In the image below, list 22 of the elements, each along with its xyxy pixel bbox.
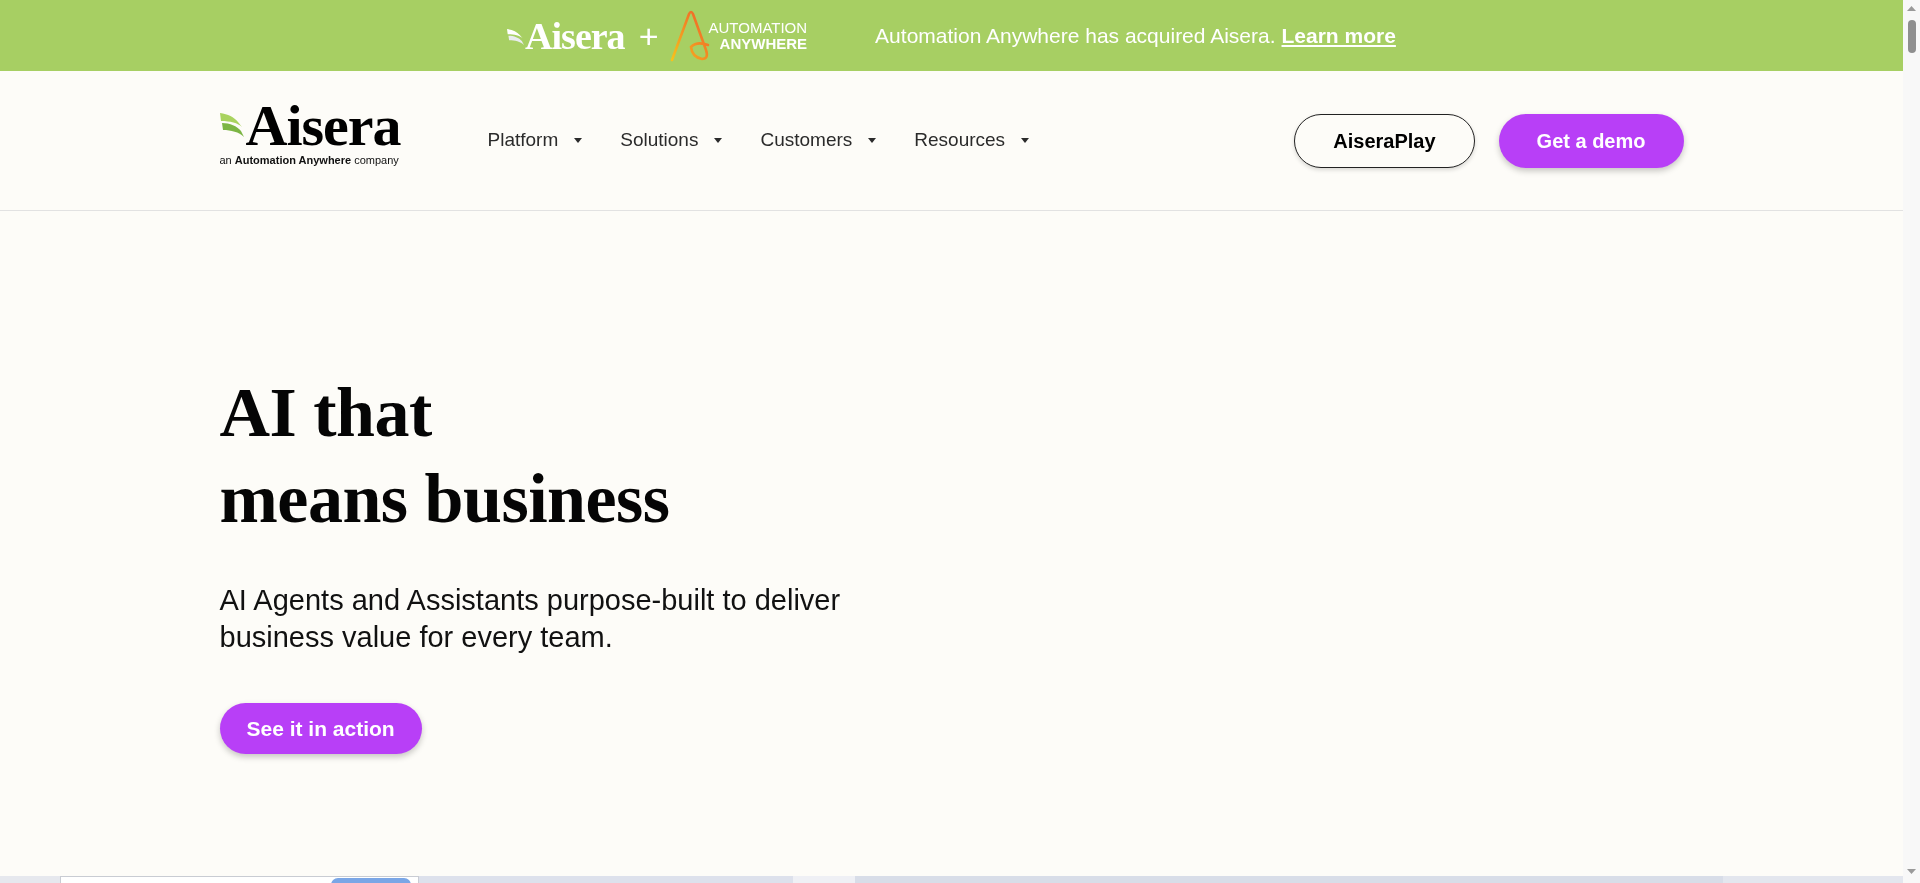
logo-text: ANYWHERE [719,35,808,52]
nav-menu-item[interactable]: Solutions [620,126,723,155]
demo-button[interactable]: Get a demo [1498,113,1684,168]
scrollbar-thumb[interactable] [1907,20,1916,53]
leaf-logo-icon [507,28,525,45]
announcement-text: Automation Anywhere has acquired Aisera. [875,22,1276,49]
logo-tagline: an Automation Anywhere company [219,153,399,168]
leaf-logo-icon [219,113,244,137]
logo-wordmark: Aisera [245,102,401,150]
hero-subtitle: AI Agents and Assistants purpose-built to deliver business value for every team. [219,583,842,655]
nav-menu-item[interactable]: Customers [760,126,877,155]
nav-menu-item[interactable]: Platform [487,126,583,155]
hero-heading: AI that means business [219,373,670,539]
arrow-down-icon[interactable] [1907,869,1916,874]
logo-wordmark: Aisera [525,15,625,56]
play-button[interactable]: AiseraPlay [1294,113,1475,168]
arrow-up-icon[interactable] [1907,6,1916,11]
nav-menu-item[interactable]: Resources [914,126,1030,155]
scrollbar[interactable] [1903,0,1920,883]
action-button[interactable]: See it in action [219,703,422,754]
plus-sign: + [638,17,659,54]
logo-text: AUTOMATION [708,19,808,36]
